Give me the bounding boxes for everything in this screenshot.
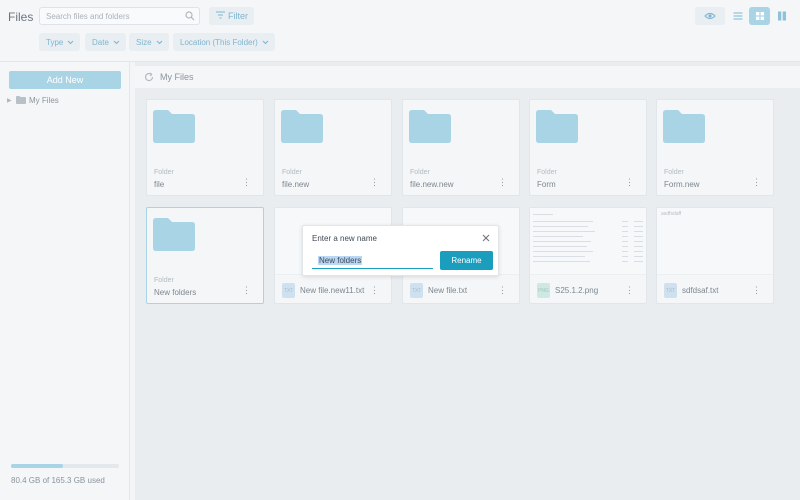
folder-icon [281, 109, 323, 146]
file-card[interactable]: asdfsdaff TXT sdfdsaf.txt ⋮ [656, 207, 774, 304]
more-options-icon[interactable]: ⋮ [242, 286, 251, 295]
preview-toggle-button[interactable] [695, 7, 725, 25]
folder-icon [663, 109, 705, 146]
size-filter-label: Size [136, 38, 152, 47]
folder-icon [153, 109, 195, 146]
folder-card[interactable]: Folder Form.new ⋮ [656, 99, 774, 196]
chevron-down-icon [113, 38, 120, 47]
more-options-icon[interactable]: ⋮ [625, 178, 634, 187]
search-input[interactable]: Search files and folders [39, 7, 200, 25]
dialog-title: Enter a new name [312, 234, 377, 243]
grid-view-button[interactable] [749, 7, 770, 25]
item-type: Folder [664, 169, 684, 176]
search-placeholder: Search files and folders [46, 12, 130, 21]
caret-right-icon[interactable]: ▶ [7, 97, 12, 104]
more-options-icon[interactable]: ⋮ [370, 286, 379, 295]
refresh-icon[interactable] [144, 72, 154, 85]
search-icon[interactable] [185, 11, 195, 24]
preview-text: asdfsdaff [661, 211, 682, 217]
filter-icon [216, 11, 225, 21]
txt-file-icon: TXT [410, 283, 423, 298]
png-file-icon: PNG [537, 283, 550, 298]
item-name: file.new [282, 180, 310, 189]
type-filter-dropdown[interactable]: Type [39, 33, 81, 51]
item-name: New file.txt [428, 286, 468, 295]
folder-card[interactable]: Folder file.new ⋮ [274, 99, 392, 196]
chevron-down-icon [156, 38, 163, 47]
rename-dialog: Enter a new name New folders Rename [302, 225, 499, 276]
filter-button[interactable]: Filter [209, 7, 254, 25]
item-type: Folder [154, 169, 174, 176]
txt-file-icon: TXT [282, 283, 295, 298]
more-options-icon[interactable]: ⋮ [752, 286, 761, 295]
date-filter-label: Date [92, 38, 109, 47]
filter-label: Filter [228, 11, 248, 21]
more-options-icon[interactable]: ⋮ [625, 286, 634, 295]
storage-usage-text: 80.4 GB of 165.3 GB used [11, 476, 105, 485]
folder-card[interactable]: Folder file ⋮ [146, 99, 264, 196]
top-bar: Files Search files and folders Filter Ty… [0, 0, 800, 62]
rename-button[interactable]: Rename [440, 251, 493, 270]
more-options-icon[interactable]: ⋮ [498, 178, 507, 187]
breadcrumb: My Files [135, 66, 800, 88]
file-preview: asdfsdaff [657, 208, 773, 275]
folder-card[interactable]: Folder file.new.new ⋮ [402, 99, 520, 196]
item-name: S25.1.2.png [555, 286, 599, 295]
more-options-icon[interactable]: ⋮ [370, 178, 379, 187]
image-thumbnail [530, 208, 646, 275]
storage-usage-bar [11, 464, 119, 468]
item-name: file.new.new [410, 180, 454, 189]
chevron-down-icon [262, 38, 269, 47]
item-name: Form.new [664, 180, 700, 189]
item-type: Folder [282, 169, 302, 176]
tree-item-label: My Files [29, 96, 59, 105]
item-name: New folders [154, 288, 197, 297]
location-filter-dropdown[interactable]: Location (This Folder) [173, 33, 275, 51]
size-filter-dropdown[interactable]: Size [129, 33, 169, 51]
item-name: sdfdsaf.txt [682, 286, 719, 295]
more-options-icon[interactable]: ⋮ [498, 286, 507, 295]
file-card[interactable]: PNG S25.1.2.png ⋮ [529, 207, 647, 304]
item-type: Folder [154, 277, 174, 284]
item-name: New file.new11.txt [300, 286, 365, 295]
rename-input[interactable]: New folders [312, 252, 433, 269]
rename-input-value[interactable]: New folders [318, 256, 363, 265]
item-name: Form [537, 180, 556, 189]
location-filter-label: Location (This Folder) [180, 38, 258, 47]
add-new-button[interactable]: Add New [9, 71, 121, 89]
folder-icon [536, 109, 578, 146]
folder-card[interactable]: Folder Form ⋮ [529, 99, 647, 196]
chevron-down-icon [67, 38, 74, 47]
folder-card-selected[interactable]: Folder New folders ⋮ [146, 207, 264, 304]
app-title: Files [8, 10, 34, 24]
type-filter-label: Type [46, 38, 64, 47]
folder-icon [16, 96, 26, 106]
list-view-button[interactable] [727, 7, 748, 25]
folder-icon [153, 217, 195, 254]
txt-file-icon: TXT [664, 283, 677, 298]
item-name: file [154, 180, 165, 189]
storage-usage-fill [11, 464, 64, 468]
date-filter-dropdown[interactable]: Date [85, 33, 126, 51]
column-view-button[interactable] [772, 7, 792, 25]
folder-icon [409, 109, 451, 146]
breadcrumb-item-my-files[interactable]: My Files [160, 72, 194, 82]
item-type: Folder [537, 169, 557, 176]
sidebar: Add New ▶ My Files 80.4 GB of 165.3 GB u… [0, 62, 130, 500]
close-icon[interactable] [482, 233, 490, 245]
more-options-icon[interactable]: ⋮ [752, 178, 761, 187]
more-options-icon[interactable]: ⋮ [242, 178, 251, 187]
item-type: Folder [410, 169, 430, 176]
